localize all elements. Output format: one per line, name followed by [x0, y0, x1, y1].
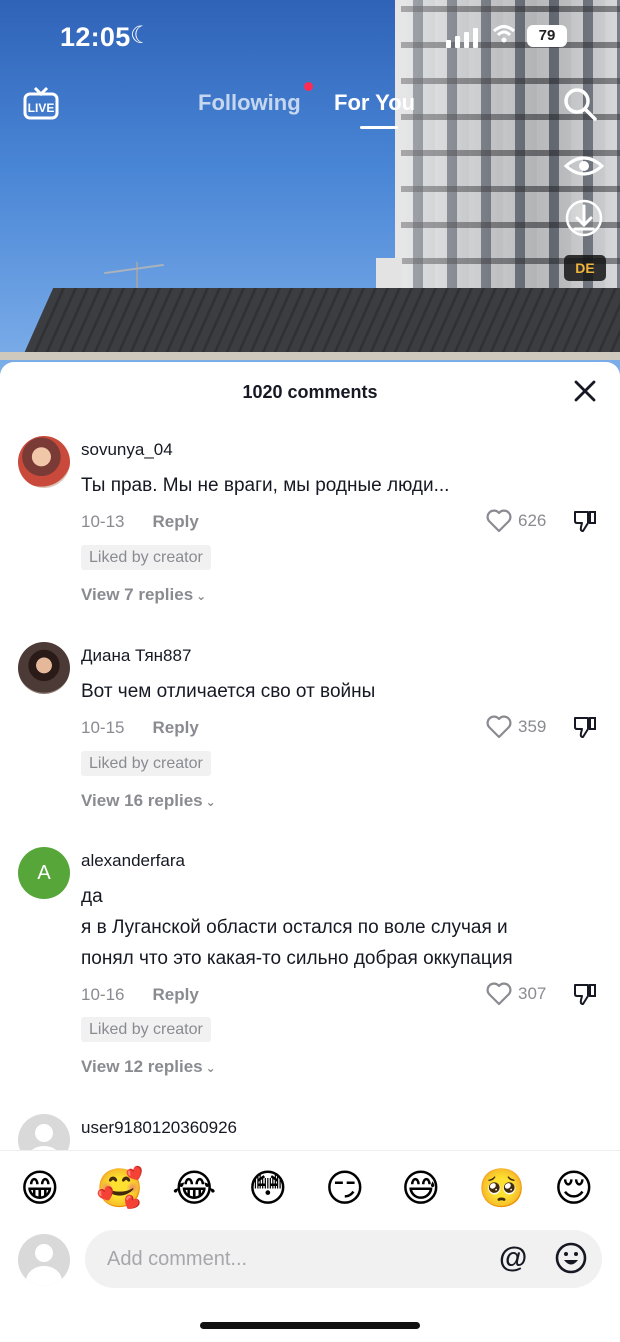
download-icon[interactable]: [565, 198, 603, 238]
active-tab-underline: [360, 126, 398, 129]
emoji-quick-bar: 😁 🥰 😂 😳 😏 😅 🥺 😌: [0, 1150, 620, 1228]
live-icon[interactable]: LIVE: [22, 86, 60, 122]
wifi-icon: [492, 24, 516, 50]
comment-date: 10-15: [81, 718, 125, 737]
chevron-down-icon: ⌄: [205, 795, 216, 809]
emoji-button[interactable]: 😏: [325, 1167, 365, 1211]
heart-icon: [486, 509, 512, 533]
view-replies-button[interactable]: View 16 replies ⌄: [81, 791, 216, 811]
moon-icon: ☾: [130, 22, 152, 49]
view-replies-label: View 16 replies: [81, 791, 203, 810]
emoji-button[interactable]: 😅: [401, 1167, 441, 1211]
avatar-letter: A: [37, 862, 51, 884]
mention-button[interactable]: @: [499, 1242, 527, 1275]
comment-username[interactable]: Диана Тян887: [81, 646, 191, 666]
comment-text-line: я в Луганской области остался по воле сл…: [81, 917, 508, 938]
comment-date: 10-16: [81, 985, 125, 1004]
view-replies-label: View 7 replies: [81, 585, 194, 604]
tab-following[interactable]: Following: [198, 90, 301, 116]
liked-by-creator-badge: Liked by creator: [81, 751, 211, 776]
status-time: 12:05: [60, 22, 131, 52]
like-count: 307: [518, 984, 547, 1003]
reply-button[interactable]: Reply: [152, 718, 198, 737]
emoji-button[interactable]: 😁: [20, 1167, 60, 1211]
comment-date: 10-13: [81, 512, 125, 531]
like-count: 359: [518, 717, 547, 736]
signal-icon: [446, 28, 478, 48]
like-button[interactable]: 359: [486, 715, 546, 739]
view-replies-label: View 12 replies: [81, 1057, 203, 1076]
chevron-down-icon: ⌄: [196, 589, 207, 603]
antenna-image: [104, 263, 164, 275]
avatar[interactable]: A: [18, 847, 70, 899]
liked-by-creator-badge: Liked by creator: [81, 545, 211, 570]
comment-text: Ты прав. Мы не враги, мы родные люди...: [81, 475, 450, 496]
tab-for-you[interactable]: For You: [334, 90, 415, 116]
comments-count-title: 1020 comments: [242, 382, 378, 402]
liked-by-creator-badge: Liked by creator: [81, 1017, 211, 1042]
reply-button[interactable]: Reply: [152, 512, 198, 531]
dislike-icon[interactable]: [572, 981, 598, 1007]
roof-image: [22, 288, 620, 358]
avatar[interactable]: [18, 436, 70, 488]
roof-edge: [0, 352, 620, 360]
comment-username[interactable]: user9180120360926: [81, 1118, 237, 1138]
home-indicator[interactable]: [200, 1322, 420, 1329]
like-button[interactable]: 307: [486, 982, 546, 1006]
comment-meta: 10-15 Reply: [81, 718, 199, 738]
like-count: 626: [518, 511, 547, 530]
emoji-button[interactable]: 😌: [554, 1167, 594, 1211]
view-replies-button[interactable]: View 12 replies ⌄: [81, 1057, 216, 1077]
battery-indicator: 79: [527, 25, 567, 47]
comment-username[interactable]: alexanderfara: [81, 851, 185, 871]
my-avatar[interactable]: [18, 1234, 70, 1286]
comment-meta: 10-16 Reply: [81, 985, 199, 1005]
notification-dot: [304, 82, 313, 91]
like-button[interactable]: 626: [486, 509, 546, 533]
comment-username[interactable]: sovunya_04: [81, 440, 173, 460]
avatar[interactable]: [18, 642, 70, 694]
comment-text-line: понял что это какая-то сильно добрая окк…: [81, 948, 513, 969]
comment-text: да я в Луганской области остался по воле…: [81, 881, 601, 974]
language-badge[interactable]: DE: [564, 255, 606, 281]
comment-text: Вот чем отличается сво от войны: [81, 681, 376, 702]
emoji-button[interactable]: 😳: [248, 1167, 288, 1211]
comment-input-row: @: [0, 1228, 620, 1298]
view-replies-button[interactable]: View 7 replies ⌄: [81, 585, 206, 605]
video-player[interactable]: 12:05 ☾ 79 LIVE Following For You DE: [0, 0, 620, 380]
emoji-button[interactable]: 😂: [172, 1167, 216, 1211]
comment-meta: 10-13 Reply: [81, 512, 199, 532]
comment-text-line: да: [81, 886, 103, 907]
search-icon[interactable]: [562, 86, 598, 122]
eye-icon[interactable]: [564, 150, 604, 182]
svg-text:LIVE: LIVE: [28, 101, 55, 115]
chevron-down-icon: ⌄: [205, 1061, 216, 1075]
emoji-button[interactable]: 🥰: [96, 1167, 143, 1211]
dislike-icon[interactable]: [572, 714, 598, 740]
heart-icon: [486, 982, 512, 1006]
dislike-icon[interactable]: [572, 508, 598, 534]
emoji-button[interactable]: 🥺: [478, 1167, 525, 1211]
reply-button[interactable]: Reply: [152, 985, 198, 1004]
close-icon[interactable]: [572, 378, 598, 404]
status-bar: 12:05 ☾ 79: [0, 0, 620, 74]
screen: 12:05 ☾ 79 LIVE Following For You DE 102…: [0, 0, 620, 1342]
emoji-picker-icon[interactable]: [554, 1241, 588, 1275]
heart-icon: [486, 715, 512, 739]
